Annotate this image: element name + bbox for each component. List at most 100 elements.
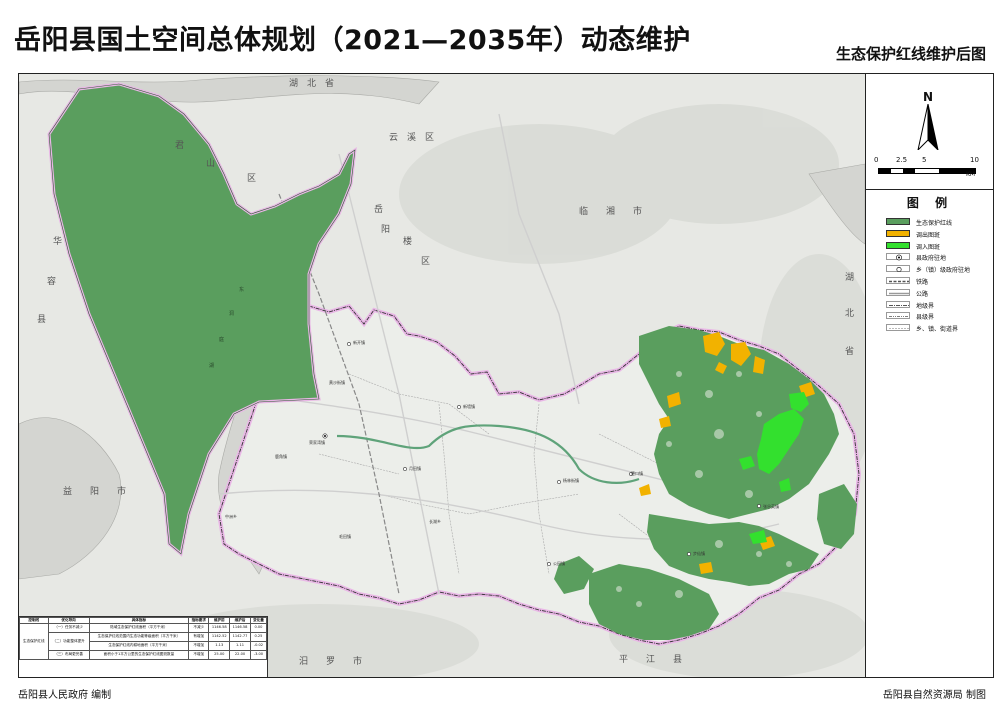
place-label: 阳 xyxy=(381,225,391,235)
scale-tick: 10 xyxy=(970,156,979,164)
town-label: 张谷英镇 xyxy=(763,504,779,509)
place-label: 云 溪 区 xyxy=(389,133,435,143)
place-label: 容 xyxy=(47,277,57,287)
map-frame: 湖 北 省 君 山 区 云 溪 区 岳 阳 楼 区 临 湘 市 华 容 县 益 … xyxy=(18,73,994,678)
table-cell: 生态保护红线 xyxy=(19,623,49,660)
town-label: 鹿角镇 xyxy=(275,454,287,459)
town-label: 中洲乡 xyxy=(225,514,237,519)
place-label: 华 xyxy=(53,237,63,247)
place-label: 湖 北 省 xyxy=(289,79,335,89)
table-row: （二）功能整体提升 生态保护红线范围内生态功能等级面积（平方千米） 有增加 11… xyxy=(20,632,268,651)
legend-item: 公路 xyxy=(866,288,993,300)
place-label: 区 xyxy=(247,174,257,184)
table-cell: （一）任务不减少 xyxy=(47,623,90,633)
legend: 图 例 生态保护红线 调出图斑 调入图斑 县政府驻地 乡（镇）级政府驻地 铁路 … xyxy=(866,194,993,335)
north-arrow: N 0 2.5 5 10 KM xyxy=(866,74,993,190)
table-cell: 生态保护红线范围内生态功能等级面积（平方千米） xyxy=(88,632,190,642)
legend-label: 调入图斑 xyxy=(916,243,941,251)
table-row: （三）布局更完善 面积小于1平方公里的生态保护红线图斑数量 不增加 25.00 … xyxy=(20,650,268,660)
town-label: 新墙镇 xyxy=(463,404,475,409)
legend-label: 县政府驻地 xyxy=(916,255,947,263)
scale-tick: 2.5 xyxy=(896,156,908,164)
county-boundary-icon xyxy=(886,312,910,320)
legend-item: 铁路 xyxy=(866,276,993,288)
place-label: 益 阳 市 xyxy=(63,487,127,497)
table-cell: 陆域生态保护红线面积（平方千米） xyxy=(88,623,190,633)
legend-item: 乡（镇）级政府驻地 xyxy=(866,264,993,276)
legend-item: 县政府驻地 xyxy=(866,252,993,264)
town-label: 筻口镇 xyxy=(631,471,643,476)
legend-item: 地级界 xyxy=(866,300,993,312)
place-label: 楼 xyxy=(403,237,413,247)
legend-label: 公路 xyxy=(916,290,929,298)
table-cell: 1.13 xyxy=(208,641,231,651)
prefecture-boundary-icon xyxy=(886,300,910,308)
legend-label: 铁路 xyxy=(916,278,929,286)
place-label: 省 xyxy=(845,347,855,357)
table-cell: 不增加 xyxy=(188,641,210,651)
place-label: 县 xyxy=(37,315,47,325)
scale-unit: KM xyxy=(966,171,976,178)
place-label: 平 江 县 xyxy=(619,655,683,665)
town-label: 公田镇 xyxy=(553,561,565,566)
side-panel: N 0 2.5 5 10 KM 图 例 生态保护红线 调出图斑 调入图斑 县政府… xyxy=(865,74,993,677)
town-label: 毛田镇 xyxy=(339,534,351,539)
legend-item: 县级界 xyxy=(866,311,993,323)
table-cell: 1146.58 xyxy=(208,623,231,633)
legend-item: 乡、镇、街道界 xyxy=(866,323,993,335)
table-cell: （二）功能整体提升 xyxy=(47,632,90,651)
legend-label: 乡、镇、街道界 xyxy=(916,326,959,334)
place-label: 临 湘 市 xyxy=(579,207,643,217)
table-row: 生态保护红线 （一）任务不减少 陆域生态保护红线面积（平方千米） 不减少 114… xyxy=(19,623,268,660)
map-canvas[interactable]: 湖 北 省 君 山 区 云 溪 区 岳 阳 楼 区 临 湘 市 华 容 县 益 … xyxy=(19,74,865,677)
place-label: 东 xyxy=(239,287,245,293)
place-label: 洞 xyxy=(229,311,235,317)
place-label: 岳 xyxy=(374,205,384,215)
footer-publisher: 岳阳县人民政府 编制 xyxy=(18,690,112,701)
township-boundary-icon xyxy=(886,324,910,332)
town-label: 月田镇 xyxy=(409,466,421,471)
north-arrow-icon xyxy=(917,104,939,150)
legend-title: 图 例 xyxy=(906,196,954,210)
page-title: 岳阳县国土空间总体规划（2021—2035年）动态维护 xyxy=(14,25,691,56)
table-cell: 生态保护红线内耕地面积（平方千米） xyxy=(88,641,190,651)
legend-label: 县级界 xyxy=(916,314,935,322)
place-label: 汨 罗 市 xyxy=(299,657,363,667)
table-cell: 1.11 xyxy=(229,641,251,651)
road-icon xyxy=(886,288,910,296)
place-label: 庭 xyxy=(219,337,225,343)
table-cell: -0.02 xyxy=(249,641,268,651)
table-cell: 不增加 xyxy=(188,650,210,660)
place-label: 山 xyxy=(206,159,216,169)
indicator-table: 控制线 优化导向 具体指标 指标要求 维护前 维护后 变化量 生态保护红线 （一… xyxy=(19,616,268,677)
table-cell: （三）布局更完善 xyxy=(47,650,90,660)
town-label: 步仙镇 xyxy=(693,551,705,556)
legend-swatch xyxy=(886,218,910,225)
table-cell: 25.00 xyxy=(208,650,231,660)
legend-swatch xyxy=(886,229,910,237)
table-cell: 有增加 xyxy=(188,632,210,642)
legend-label: 地级界 xyxy=(916,302,935,310)
map-svg xyxy=(19,74,865,677)
place-label: 北 xyxy=(845,309,855,319)
scale-tick: 5 xyxy=(922,156,927,164)
legend-item: 调出图斑 xyxy=(866,229,993,241)
table-cell: 1142.52 xyxy=(208,632,231,642)
town-label: 黄沙街镇 xyxy=(329,380,345,385)
table-cell: 0.25 xyxy=(249,632,268,642)
legend-swatch xyxy=(886,241,910,249)
legend-item: 生态保护红线 xyxy=(866,217,993,229)
town-label: 杨林街镇 xyxy=(563,478,579,483)
circle-dot-icon xyxy=(886,253,910,261)
table-cell: 面积小于1平方公里的生态保护红线图斑数量 xyxy=(88,650,190,660)
table-cell: 1142.77 xyxy=(229,632,251,642)
legend-label: 调出图斑 xyxy=(916,231,941,239)
legend-label: 乡（镇）级政府驻地 xyxy=(916,267,971,275)
table-cell: 0.00 xyxy=(249,623,268,633)
legend-label: 生态保护红线 xyxy=(916,220,953,227)
place-label: 湖 xyxy=(209,363,215,369)
town-label: 长湖乡 xyxy=(429,519,441,524)
town-label: 新开镇 xyxy=(353,340,365,345)
railway-icon xyxy=(886,276,910,284)
table-cell: 22.00 xyxy=(229,650,251,660)
